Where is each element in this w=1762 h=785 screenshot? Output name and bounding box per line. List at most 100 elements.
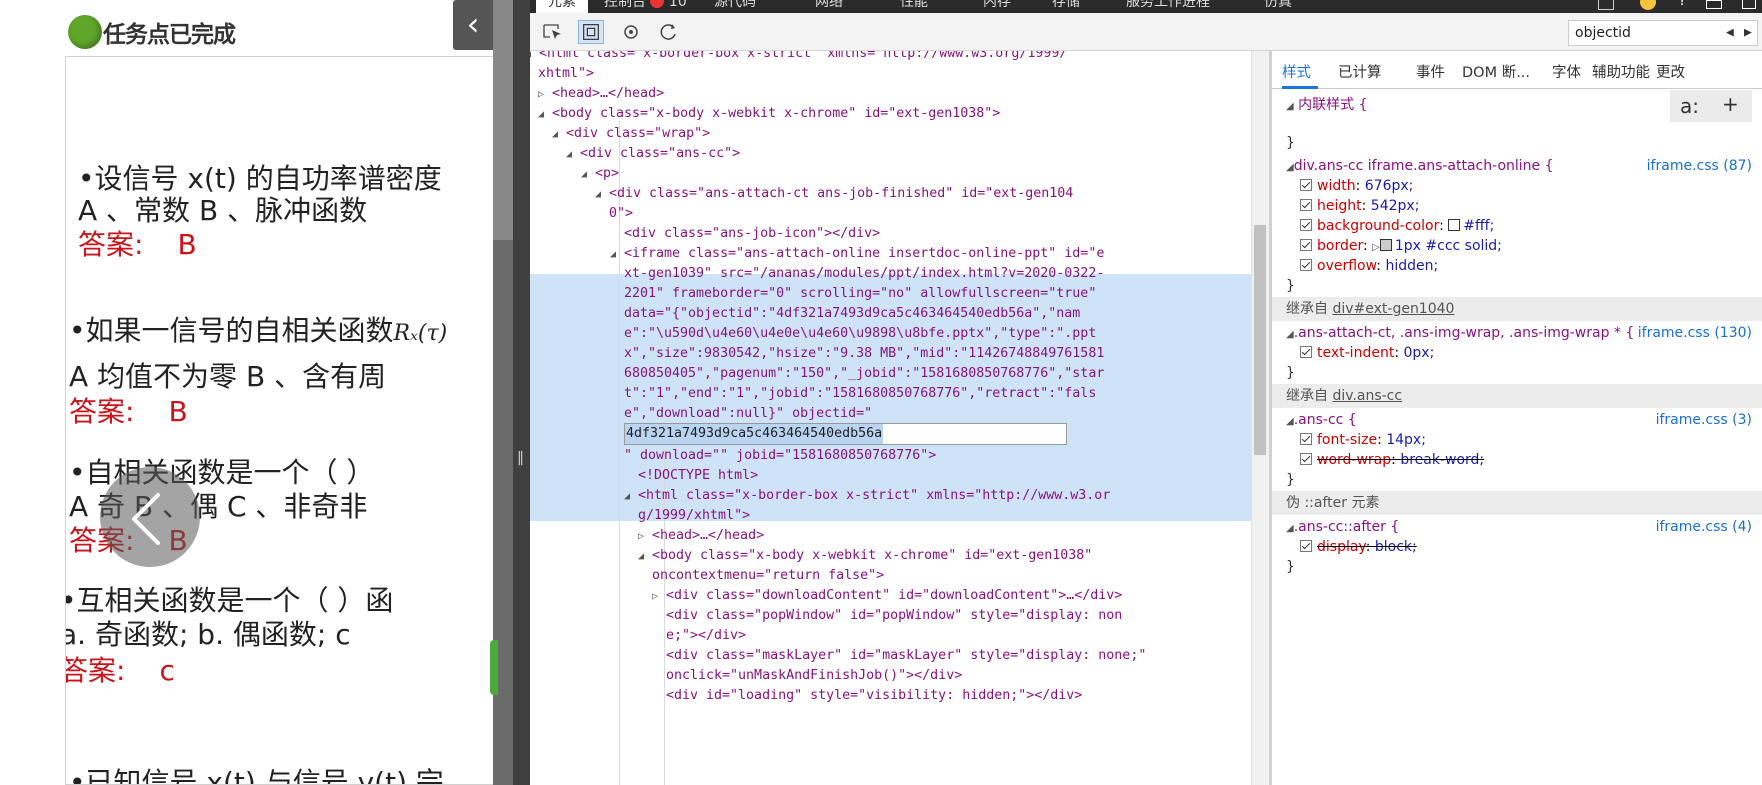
select-element-icon[interactable]	[540, 20, 566, 44]
prop-checkbox[interactable]	[1300, 453, 1312, 465]
answer-value: B	[177, 228, 197, 261]
dom-line[interactable]: ◢ <div class="ans-attach-ct ans-job-finis…	[595, 183, 1073, 206]
paint-flashing-icon[interactable]	[618, 20, 644, 44]
prop-checkbox[interactable]	[1300, 259, 1312, 271]
error-count: 10	[668, 0, 687, 10]
tab-event-listeners[interactable]: 事件	[1416, 61, 1445, 82]
tab-dom-breakpoints[interactable]: DOM 断...	[1462, 61, 1530, 82]
rule-selector: ◢.ans-cc::after {	[1286, 519, 1400, 535]
tab-performance[interactable]: 性能	[900, 0, 928, 13]
tab-sources[interactable]: 源代码	[714, 0, 756, 13]
tab-styles[interactable]: 样式	[1282, 61, 1311, 82]
pseudo-element-header: 伪 ::after 元素	[1272, 491, 1762, 515]
answer-label: 答案:	[69, 395, 135, 428]
prop-checkbox[interactable]	[1300, 199, 1312, 211]
tab-application[interactable]: 存储	[1052, 0, 1080, 13]
style-prop[interactable]: width: 676px;	[1300, 176, 1413, 196]
tab-accessibility[interactable]: 辅助功能	[1592, 61, 1650, 82]
question-2-options: A 均值不为零 B 、含有周	[69, 360, 387, 393]
dom-line[interactable]: ◢<html class="x-border-box x-strict" xml…	[530, 51, 1067, 66]
rule-source-link[interactable]: iframe.css (130)	[1638, 323, 1752, 343]
tab-fonts[interactable]: 字体	[1552, 61, 1581, 82]
tab-changes[interactable]: 更改	[1656, 61, 1685, 82]
style-prop[interactable]: border: ▷ 1px #ccc solid;	[1300, 236, 1502, 258]
prop-checkbox[interactable]	[1300, 433, 1312, 445]
expand-icon[interactable]: ▷	[1372, 242, 1380, 253]
inherited-from-header: 继承自 div.ans-cc	[1272, 384, 1762, 408]
question-4-options: a. 奇函数; b. 偶函数; c	[65, 618, 351, 651]
dock-icon[interactable]	[1598, 0, 1614, 10]
task-status: 任务点已完成	[68, 12, 236, 52]
color-swatch[interactable]	[1379, 239, 1392, 251]
question-2-text: •如果一信号的自相关函数Rₓ(τ)	[69, 309, 447, 349]
ppt-slide-viewer[interactable]: •设信号 x(t) 的自功率谱密度 A 、常数 B 、脉冲函数 答案: B •如果…	[65, 56, 505, 785]
splitter-grip-icon[interactable]: ‖	[517, 448, 524, 468]
tab-computed[interactable]: 已计算	[1338, 61, 1382, 82]
side-tab[interactable]	[490, 640, 498, 695]
question-2-answer: 答案: B	[69, 390, 188, 430]
collapse-panel-button[interactable]: ‹	[453, 0, 493, 50]
layout-refresh-icon[interactable]	[656, 20, 682, 44]
styles-pane: 样式 已计算 事件 DOM 断... 字体 辅助功能 更改 a: + ◢ 内联样…	[1272, 51, 1762, 785]
tab-network[interactable]: 网络	[815, 0, 843, 13]
task-complete-icon	[68, 15, 102, 49]
feedback-icon[interactable]	[1640, 0, 1656, 10]
help-icon[interactable]: ?	[1678, 0, 1686, 9]
page-scrollbar-thumb[interactable]	[493, 240, 513, 785]
style-prop-overridden[interactable]: word-wrap: break-word;	[1300, 450, 1484, 470]
attribute-edit-value[interactable]: 4df321a7493d9ca5c463464540edb56a	[625, 424, 884, 444]
style-prop[interactable]: overflow: hidden;	[1300, 256, 1438, 276]
rule-selector: ◢.ans-attach-ct, .ans-img-wrap, .ans-img…	[1286, 325, 1635, 341]
box-model-icon[interactable]	[578, 20, 604, 44]
task-status-text: 任务点已完成	[103, 22, 236, 48]
hov-toggle-button[interactable]: a:	[1680, 94, 1699, 118]
rule-source-link[interactable]: iframe.css (87)	[1647, 156, 1752, 176]
search-next-icon[interactable]: ▶	[1744, 25, 1752, 40]
question-4-answer: 答案: c	[65, 649, 175, 689]
devtools-tabbar: 元素 控制台 10 源代码 网络 性能 内存 存储 服务工作进程 仿真 ?	[530, 0, 1762, 13]
dom-scrollbar-thumb[interactable]	[1254, 225, 1266, 455]
add-rule-button[interactable]: +	[1722, 92, 1739, 116]
tab-elements[interactable]: 元素	[536, 0, 588, 13]
dom-line[interactable]: <div id="loading" style="visibility: hid…	[666, 685, 1082, 708]
prop-checkbox[interactable]	[1300, 346, 1312, 358]
styles-tabbar: 样式 已计算 事件 DOM 断... 字体 辅助功能 更改	[1272, 51, 1762, 89]
style-tools: a: +	[1670, 90, 1752, 122]
prop-checkbox[interactable]	[1300, 540, 1312, 552]
rule-selector: ◢div.ans-cc iframe.ans-attach-online {	[1286, 158, 1554, 174]
rule-source-link[interactable]: iframe.css (4)	[1656, 517, 1752, 537]
answer-label: 答案:	[65, 654, 126, 687]
tab-emulation[interactable]: 仿真	[1264, 0, 1292, 13]
style-prop[interactable]: text-indent: 0px;	[1300, 343, 1434, 363]
tab-memory[interactable]: 内存	[983, 0, 1011, 13]
close-brace: }	[1286, 365, 1295, 381]
tab-console[interactable]: 控制台 10	[604, 0, 687, 13]
color-swatch[interactable]	[1448, 219, 1461, 231]
chevron-left-icon	[132, 493, 160, 545]
prop-checkbox[interactable]	[1300, 239, 1312, 251]
prop-checkbox[interactable]	[1300, 219, 1312, 231]
close-icon[interactable]	[1742, 0, 1756, 9]
dom-tree[interactable]: ◢<html class="x-border-box x-strict" xml…	[530, 51, 1251, 785]
prop-checkbox[interactable]	[1300, 179, 1312, 191]
rule-source-link[interactable]: iframe.css (3)	[1656, 410, 1752, 430]
back-float-button[interactable]	[100, 467, 200, 567]
close-brace: }	[1286, 278, 1295, 294]
style-prop[interactable]: height: 542px;	[1300, 196, 1419, 216]
inline-style-rule: ◢ 内联样式 {	[1286, 97, 1368, 113]
inherited-source-link[interactable]: div#ext-gen1040	[1332, 301, 1454, 317]
answer-label: 答案:	[78, 228, 144, 261]
answer-value: c	[159, 654, 175, 687]
panel-splitter[interactable]	[513, 0, 530, 785]
answer-value: B	[168, 395, 188, 428]
style-prop[interactable]: background-color: #fff;	[1300, 216, 1494, 236]
inherited-source-link[interactable]: div.ans-cc	[1332, 388, 1402, 404]
undock-icon[interactable]	[1706, 0, 1722, 9]
screen: 任务点已完成 •设信号 x(t) 的自功率谱密度 A 、常数 B 、脉冲函数 答…	[0, 0, 1762, 785]
style-prop[interactable]: font-size: 14px;	[1300, 430, 1426, 450]
tab-service-workers[interactable]: 服务工作进程	[1126, 0, 1210, 13]
style-prop-overridden[interactable]: display: block;	[1300, 537, 1417, 557]
course-page: 任务点已完成 •设信号 x(t) 的自功率谱密度 A 、常数 B 、脉冲函数 答…	[0, 0, 530, 785]
tab-console-label: 控制台	[604, 0, 646, 10]
search-prev-icon[interactable]: ◀	[1726, 25, 1734, 40]
